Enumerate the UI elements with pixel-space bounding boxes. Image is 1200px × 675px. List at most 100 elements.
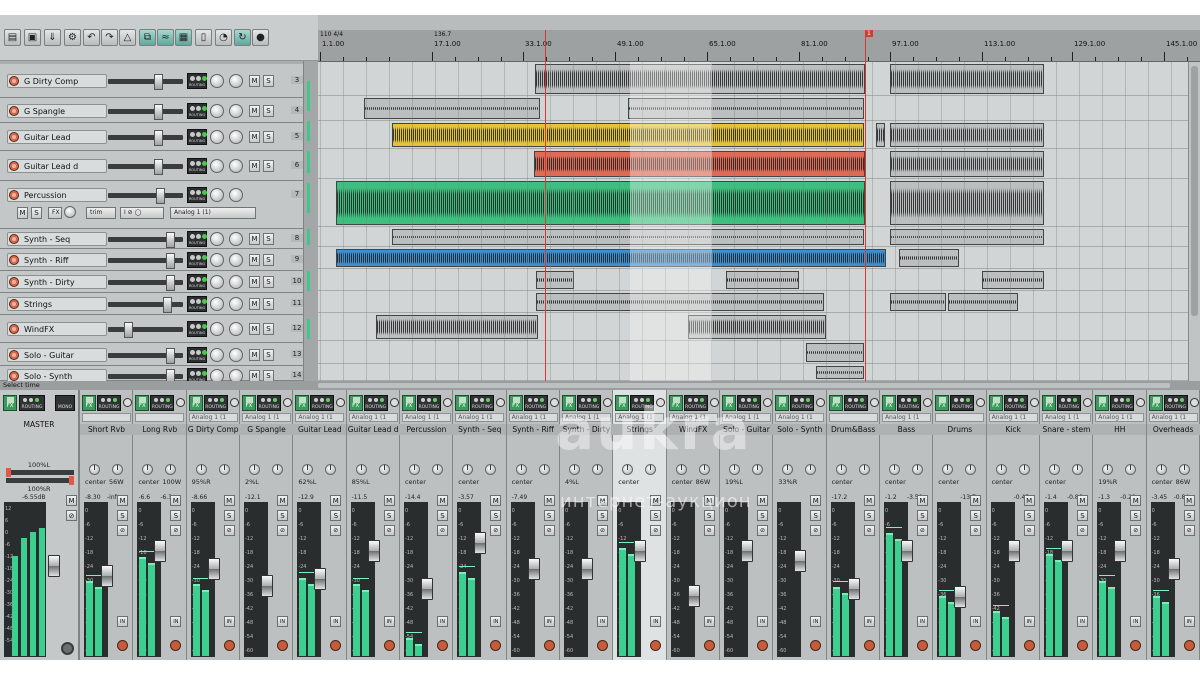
scroll-thumb[interactable] — [318, 383, 1170, 388]
mute-button[interactable]: M — [863, 495, 875, 506]
master-routing-button[interactable]: ROUTING — [19, 395, 45, 411]
input-monitor-button[interactable]: IN — [756, 616, 768, 627]
width-knob[interactable] — [229, 232, 243, 246]
width-knob[interactable] — [645, 464, 657, 475]
fx-button[interactable]: FX — [241, 395, 256, 411]
channel-strip[interactable]: FX ROUTING Drum&Bass center -17.2 0 -6 -12… — [826, 390, 880, 660]
phase-icon[interactable] — [1029, 398, 1039, 407]
width-knob[interactable] — [112, 464, 123, 475]
width-knob[interactable] — [485, 464, 497, 475]
width-knob[interactable] — [698, 464, 710, 475]
pan-knob[interactable] — [210, 369, 224, 381]
volume-fader[interactable] — [108, 159, 183, 175]
solo-button[interactable]: S — [263, 276, 274, 288]
master-fx-button[interactable]: FX — [3, 395, 17, 411]
input-select[interactable] — [935, 413, 985, 422]
record-arm-button[interactable] — [1130, 640, 1142, 651]
track-header[interactable]: Synth - Riff ROUTING M S 9 — [0, 249, 303, 271]
solo-button[interactable]: S — [1076, 510, 1088, 521]
routing-button[interactable]: ROUTING — [187, 187, 207, 203]
solo-button[interactable]: S — [810, 510, 822, 521]
width-knob[interactable] — [1071, 464, 1083, 475]
pan-knob[interactable] — [568, 464, 580, 475]
pan-knob[interactable] — [210, 253, 224, 267]
width-knob[interactable] — [229, 322, 243, 336]
track-name-field[interactable]: Guitar Lead d — [7, 159, 107, 173]
routing-button[interactable]: ROUTING — [1003, 395, 1028, 411]
phase-icon[interactable] — [976, 398, 986, 407]
volume-fader[interactable] — [260, 575, 273, 597]
pan-knob[interactable] — [622, 464, 634, 475]
channel-strip[interactable]: FX ROUTING Analog 1 (1 Kick center -0.43… — [986, 390, 1040, 660]
volume-fader[interactable] — [108, 188, 183, 204]
volume-fader[interactable] — [634, 540, 647, 562]
record-icon[interactable]: ● — [252, 29, 269, 46]
media-item[interactable] — [890, 151, 1044, 177]
volume-fader[interactable] — [108, 253, 183, 269]
metronome-icon[interactable]: △ — [119, 29, 136, 46]
input-monitor-button[interactable]: IN — [810, 616, 822, 627]
scroll-thumb[interactable] — [1191, 66, 1198, 316]
lock-icon[interactable]: ▯ — [195, 29, 212, 46]
track-name-field[interactable]: Percussion — [7, 188, 107, 202]
input-monitor-button[interactable]: IN — [863, 616, 875, 627]
channel-strip[interactable]: FX ROUTING Analog 1 (1 HH 19%R -1.3 -0.2… — [1093, 390, 1147, 660]
input-monitor-button[interactable]: IN — [383, 616, 395, 627]
volume-fader[interactable] — [108, 130, 183, 146]
pan-knob[interactable] — [728, 464, 740, 475]
fx-bypass-button[interactable]: ⊘ — [330, 525, 342, 536]
media-item[interactable] — [392, 229, 864, 245]
fx-bypass-button[interactable]: ⊘ — [1183, 525, 1195, 536]
pan-knob[interactable] — [835, 464, 847, 475]
input-monitor-button[interactable]: IN — [117, 616, 128, 627]
pan-knob[interactable] — [302, 464, 314, 475]
pan-knob[interactable] — [210, 275, 224, 289]
record-arm-button[interactable] — [490, 640, 502, 651]
pan-knob[interactable] — [210, 232, 224, 246]
solo-button[interactable]: S — [756, 510, 768, 521]
solo-button[interactable]: S — [263, 104, 274, 117]
solo-button[interactable]: S — [263, 298, 274, 310]
record-arm-button[interactable] — [863, 640, 875, 651]
phase-icon[interactable] — [816, 398, 826, 407]
solo-button[interactable]: S — [263, 254, 274, 266]
fx-bypass-button[interactable]: ⊘ — [490, 525, 502, 536]
mute-button[interactable]: M — [249, 104, 260, 117]
routing-button[interactable]: ROUTING — [950, 395, 975, 411]
volume-fader[interactable] — [154, 540, 167, 562]
width-knob[interactable] — [229, 130, 243, 144]
record-arm-button[interactable] — [1076, 640, 1088, 651]
phase-icon[interactable] — [1136, 398, 1146, 407]
routing-button[interactable]: ROUTING — [1110, 395, 1135, 411]
channel-strip[interactable]: FX ROUTING Analog 1 (1 Solo - Synth 33%R… — [773, 390, 827, 660]
fx-bypass-button[interactable]: ⊘ — [1023, 525, 1035, 536]
solo-button[interactable]: S — [263, 370, 274, 381]
phase-icon[interactable] — [1082, 398, 1092, 407]
record-arm-button[interactable] — [436, 640, 448, 651]
input-monitor-button[interactable]: IN — [436, 616, 448, 627]
mute-button[interactable]: M — [810, 495, 822, 506]
input-select[interactable]: Analog 1 (1 — [881, 413, 931, 422]
fx-button[interactable]: FX — [508, 395, 523, 411]
fx-button[interactable]: FX — [48, 207, 62, 219]
input-monitor-button[interactable]: IN — [490, 616, 502, 627]
master-fx-bypass[interactable]: ⊘ — [66, 510, 77, 521]
mute-button[interactable]: M — [543, 495, 555, 506]
routing-button[interactable]: ROUTING — [187, 158, 207, 174]
input-monitor-button[interactable]: IN — [170, 616, 182, 627]
solo-button[interactable]: S — [117, 510, 128, 521]
volume-fader[interactable] — [580, 558, 593, 580]
tempo-marker[interactable]: 136.7 — [434, 31, 451, 38]
width-knob[interactable] — [229, 103, 243, 118]
mute-button[interactable]: M — [249, 348, 260, 361]
routing-button[interactable]: ROUTING — [187, 321, 207, 337]
mono-button[interactable]: MONO — [55, 395, 75, 411]
volume-fader[interactable] — [367, 540, 380, 562]
track-name-field[interactable]: Solo - Guitar — [7, 347, 107, 362]
mute-button[interactable]: M — [223, 495, 235, 506]
timeline-ruler[interactable]: 110 4/4 136.7 1 1.1.00 17.1.00 33.1.00 49.1… — [318, 30, 1200, 62]
width-knob[interactable] — [229, 347, 243, 362]
track-header[interactable]: Strings ROUTING M S 11 — [0, 293, 303, 315]
pan-knob[interactable] — [248, 464, 260, 475]
record-arm-button[interactable] — [1023, 640, 1035, 651]
